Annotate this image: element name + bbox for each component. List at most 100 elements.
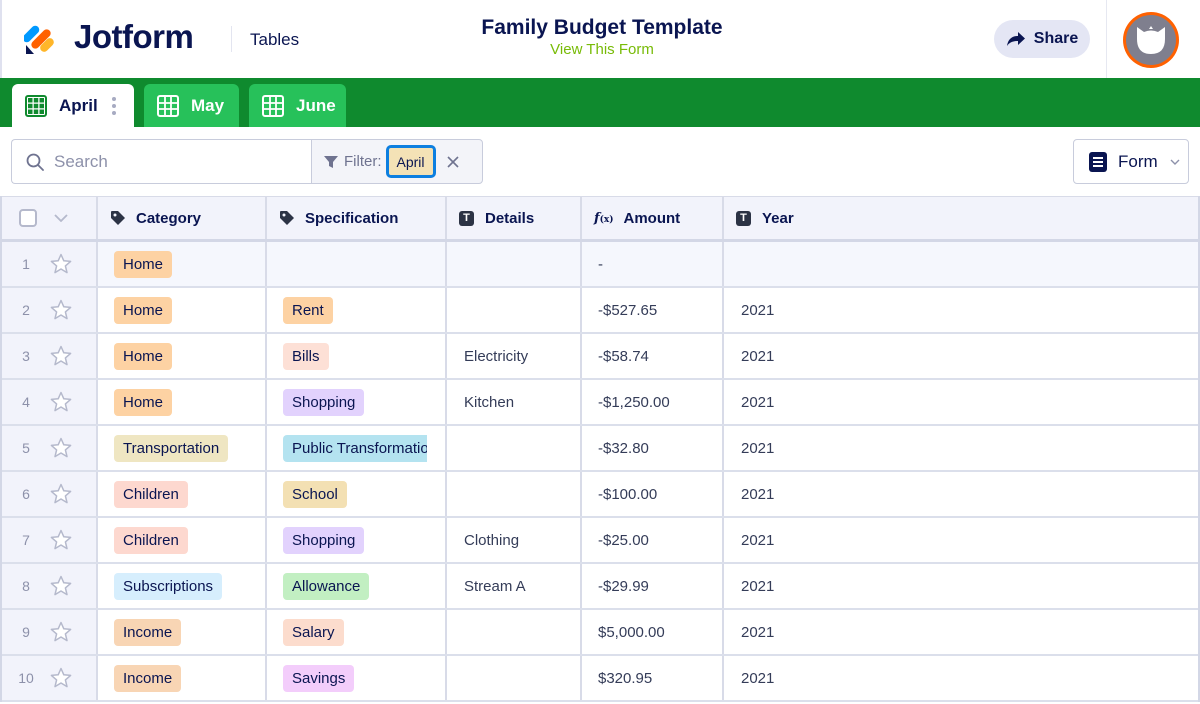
specification-cell[interactable] — [267, 242, 447, 286]
year-cell[interactable]: 2021 — [724, 518, 1198, 562]
select-all-checkbox[interactable] — [19, 209, 37, 227]
year-cell[interactable]: 2021 — [724, 426, 1198, 470]
details-cell[interactable]: Electricity — [447, 334, 582, 378]
chevron-down-icon[interactable] — [54, 214, 68, 222]
specification-cell[interactable]: Savings — [267, 656, 447, 700]
details-cell[interactable] — [447, 656, 582, 700]
table-row[interactable]: 4 Home Shopping Kitchen -$1,250.00 2021 — [2, 380, 1198, 426]
clear-filter-icon[interactable] — [446, 155, 459, 168]
filter-value-chip[interactable]: April — [385, 145, 436, 178]
specification-cell[interactable]: Salary — [267, 610, 447, 654]
amount-cell[interactable]: -$527.65 — [582, 288, 724, 332]
category-cell[interactable]: Children — [98, 472, 267, 516]
tab-label: April — [59, 95, 98, 115]
details-cell[interactable]: Stream A — [447, 564, 582, 608]
details-cell[interactable] — [447, 472, 582, 516]
star-icon[interactable] — [50, 345, 72, 367]
category-cell[interactable]: Home — [98, 242, 267, 286]
amount-cell[interactable]: -$29.99 — [582, 564, 724, 608]
star-icon[interactable] — [50, 529, 72, 551]
specification-cell[interactable]: Shopping — [267, 380, 447, 424]
category-cell[interactable]: Children — [98, 518, 267, 562]
table-row[interactable]: 8 Subscriptions Allowance Stream A -$29.… — [2, 564, 1198, 610]
table-row[interactable]: 9 Income Salary $5,000.00 2021 — [2, 610, 1198, 656]
category-cell[interactable]: Income — [98, 610, 267, 654]
star-icon[interactable] — [50, 391, 72, 413]
category-cell[interactable]: Home — [98, 288, 267, 332]
table-row[interactable]: 5 Transportation Public Transformation -… — [2, 426, 1198, 472]
year-cell[interactable]: 2021 — [724, 656, 1198, 700]
tab-june[interactable]: June — [249, 84, 346, 127]
specification-cell[interactable]: School — [267, 472, 447, 516]
share-button[interactable]: Share — [994, 20, 1090, 58]
table-row[interactable]: 6 Children School -$100.00 2021 — [2, 472, 1198, 518]
column-header-specification[interactable]: Specification — [267, 197, 447, 239]
specification-cell[interactable]: Public Transformation — [267, 426, 447, 470]
specification-cell[interactable]: Rent — [267, 288, 447, 332]
category-cell[interactable]: Subscriptions — [98, 564, 267, 608]
table-row[interactable]: 1 Home - — [2, 242, 1198, 288]
amount-cell[interactable]: $5,000.00 — [582, 610, 724, 654]
column-header-year[interactable]: T Year — [724, 197, 1198, 239]
amount-cell[interactable]: -$58.74 — [582, 334, 724, 378]
category-cell[interactable]: Income — [98, 656, 267, 700]
row-header-cell: 10 — [2, 656, 98, 700]
row-header-cell: 6 — [2, 472, 98, 516]
table-row[interactable]: 2 Home Rent -$527.65 2021 — [2, 288, 1198, 334]
column-header-details[interactable]: T Details — [447, 197, 582, 239]
column-header-amount[interactable]: f(x) Amount — [582, 197, 724, 239]
search-input[interactable] — [54, 151, 294, 172]
star-icon[interactable] — [50, 299, 72, 321]
year-cell[interactable]: 2021 — [724, 610, 1198, 654]
search-icon — [26, 153, 44, 171]
view-form-link[interactable]: View This Form — [550, 41, 654, 58]
jotform-logo[interactable]: Jotform — [22, 18, 194, 56]
year-cell[interactable]: 2021 — [724, 564, 1198, 608]
year-cell[interactable]: 2021 — [724, 380, 1198, 424]
year-cell[interactable] — [724, 242, 1198, 286]
form-dropdown-button[interactable]: Form — [1073, 139, 1189, 184]
amount-cell[interactable]: -$32.80 — [582, 426, 724, 470]
search-field[interactable] — [11, 139, 311, 184]
amount-cell[interactable]: -$1,250.00 — [582, 380, 724, 424]
star-icon[interactable] — [50, 575, 72, 597]
amount-cell[interactable]: - — [582, 242, 724, 286]
tab-may[interactable]: May — [144, 84, 239, 127]
star-icon[interactable] — [50, 253, 72, 275]
amount-cell[interactable]: -$25.00 — [582, 518, 724, 562]
year-cell[interactable]: 2021 — [724, 334, 1198, 378]
star-icon[interactable] — [50, 667, 72, 689]
specification-chip: Allowance — [283, 572, 370, 600]
star-icon[interactable] — [50, 483, 72, 505]
specification-chip: Shopping — [283, 526, 365, 554]
table-grid-icon — [25, 94, 47, 117]
amount-cell[interactable]: -$100.00 — [582, 472, 724, 516]
avatar[interactable] — [1123, 12, 1179, 68]
more-options-icon[interactable] — [111, 96, 116, 115]
column-header-category[interactable]: Category — [98, 197, 267, 239]
year-cell[interactable]: 2021 — [724, 472, 1198, 516]
table-row[interactable]: 7 Children Shopping Clothing -$25.00 202… — [2, 518, 1198, 564]
category-cell[interactable]: Home — [98, 380, 267, 424]
specification-cell[interactable]: Bills — [267, 334, 447, 378]
row-header-cell: 8 — [2, 564, 98, 608]
year-cell[interactable]: 2021 — [724, 288, 1198, 332]
star-icon[interactable] — [50, 437, 72, 459]
details-cell[interactable]: Clothing — [447, 518, 582, 562]
jotform-logo-icon — [22, 19, 58, 55]
tab-april[interactable]: April — [12, 84, 134, 127]
details-cell[interactable]: Kitchen — [447, 380, 582, 424]
details-cell[interactable] — [447, 426, 582, 470]
star-icon[interactable] — [50, 621, 72, 643]
table-row[interactable]: 3 Home Bills Electricity -$58.74 2021 — [2, 334, 1198, 380]
details-cell[interactable] — [447, 610, 582, 654]
category-cell[interactable]: Home — [98, 334, 267, 378]
table-row[interactable]: 10 Income Savings $320.95 2021 — [2, 656, 1198, 702]
details-cell[interactable] — [447, 242, 582, 286]
specification-cell[interactable]: Allowance — [267, 564, 447, 608]
amount-cell[interactable]: $320.95 — [582, 656, 724, 700]
details-cell[interactable] — [447, 288, 582, 332]
page-title: Family Budget Template — [481, 16, 723, 39]
category-cell[interactable]: Transportation — [98, 426, 267, 470]
specification-cell[interactable]: Shopping — [267, 518, 447, 562]
